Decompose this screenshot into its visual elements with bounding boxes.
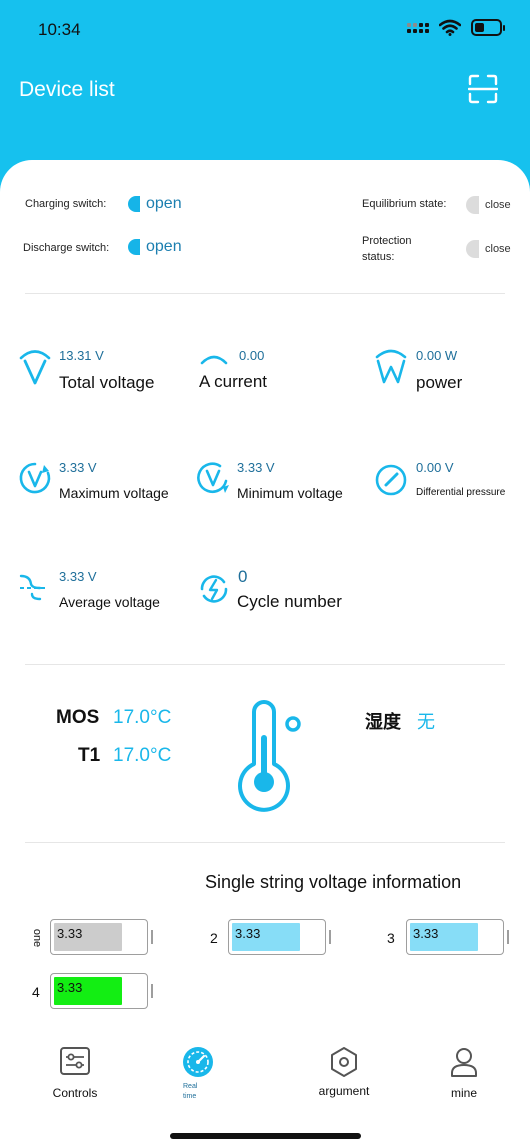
- cycle-icon: [200, 575, 228, 603]
- max-voltage-value: 3.33 V: [59, 460, 97, 475]
- avg-voltage-metric: 3.33 V Average voltage: [18, 566, 188, 612]
- tab-mine[interactable]: mine: [434, 1046, 494, 1100]
- humidity-label: 湿度: [365, 712, 401, 732]
- current-metric: 0.00 A current: [199, 345, 349, 395]
- total-voltage-value: 13.31 V: [59, 348, 104, 363]
- cycle-value: 0: [238, 567, 248, 586]
- equilibrium-value: close: [485, 199, 511, 211]
- protection-label: Protection status:: [362, 235, 412, 263]
- status-time: 10:34: [38, 20, 81, 39]
- cycle-metric: 0 Cycle number: [198, 566, 368, 616]
- power-value: 0.00 W: [416, 348, 458, 363]
- equilibrium-toggle[interactable]: close: [466, 196, 511, 214]
- t1-value: 17.0°C: [113, 745, 172, 766]
- avg-voltage-label: Average voltage: [59, 594, 160, 610]
- power-label: power: [416, 373, 463, 392]
- cell-index: 2: [210, 930, 218, 946]
- wifi-icon: [439, 19, 461, 36]
- protection-value: close: [485, 243, 511, 255]
- equilibrium-label: Equilibrium state:: [362, 198, 447, 210]
- diff-pressure-value: 0.00 V: [416, 460, 454, 475]
- current-label: A current: [199, 372, 268, 391]
- toggle-indicator: [466, 240, 479, 258]
- signal-icon: [407, 22, 429, 33]
- discharge-switch-toggle[interactable]: open: [128, 238, 182, 256]
- battery-icon: [471, 19, 505, 36]
- min-voltage-value: 3.33 V: [237, 460, 275, 475]
- mos-value: 17.0°C: [113, 707, 172, 728]
- tab-argument-label: argument: [318, 1084, 370, 1098]
- dashboard-icon: [183, 1047, 213, 1077]
- voltage-icon: [19, 350, 51, 385]
- discharge-switch-value: open: [146, 238, 182, 255]
- humidity-value: 无: [417, 712, 435, 732]
- divider: [25, 664, 505, 665]
- t1-label: T1: [78, 745, 101, 766]
- user-icon: [451, 1048, 477, 1077]
- thermometer-icon: [238, 700, 301, 812]
- tab-controls[interactable]: Controls: [40, 1046, 110, 1100]
- status-icons: [407, 19, 505, 36]
- cell-battery: 3.33: [228, 919, 331, 955]
- mos-label: MOS: [56, 707, 100, 728]
- tab-mine-label: mine: [450, 1086, 477, 1100]
- toggle-indicator: [128, 196, 140, 212]
- sliders-icon: [60, 1047, 90, 1075]
- min-voltage-label: Minimum voltage: [237, 485, 343, 501]
- charging-switch-value: open: [146, 195, 182, 212]
- max-voltage-metric: 3.33 V Maximum voltage: [18, 457, 188, 503]
- cell-index: 3: [387, 930, 395, 946]
- divider: [25, 293, 505, 294]
- cell-index: one: [31, 928, 44, 948]
- charging-switch-toggle[interactable]: open: [128, 195, 182, 213]
- diff-pressure-metric: 0.00 V Differential pressure: [374, 457, 514, 503]
- power-icon: [375, 349, 407, 384]
- max-voltage-label: Maximum voltage: [59, 485, 169, 501]
- min-voltage-icon: [197, 462, 229, 494]
- scan-icon[interactable]: [468, 74, 498, 104]
- tab-argument[interactable]: argument: [304, 1046, 384, 1098]
- min-voltage-metric: 3.33 V Minimum voltage: [196, 457, 366, 503]
- charging-switch-label: Charging switch:: [25, 198, 107, 210]
- home-indicator: [170, 1133, 361, 1139]
- diff-pressure-label: Differential pressure: [416, 487, 506, 498]
- protection-toggle[interactable]: close: [466, 240, 511, 258]
- current-value: 0.00: [239, 348, 265, 363]
- cell-battery: 3.33: [50, 973, 153, 1009]
- cell-value: 3.33: [235, 926, 261, 941]
- cell-value: 3.33: [57, 980, 83, 995]
- tab-realtime[interactable]: Real time: [170, 1046, 226, 1102]
- cells-section-title: Single string voltage information: [205, 872, 462, 892]
- cell-value: 3.33: [57, 926, 83, 941]
- discharge-switch-label: Discharge switch:: [23, 242, 110, 254]
- total-voltage-label: Total voltage: [59, 373, 155, 392]
- cell-battery: 3.33: [50, 919, 153, 955]
- toggle-indicator: [128, 239, 140, 255]
- toggle-indicator: [466, 196, 479, 214]
- cell-index: 4: [32, 984, 40, 1000]
- hexagon-icon: [331, 1047, 357, 1077]
- current-icon: [200, 355, 228, 365]
- tab-controls-label: Controls: [52, 1086, 98, 1100]
- avg-voltage-value: 3.33 V: [59, 569, 97, 584]
- total-voltage-metric: 13.31 V Total voltage: [18, 345, 188, 395]
- max-voltage-icon: [19, 462, 51, 494]
- power-metric: 0.00 W power: [374, 345, 514, 395]
- gauge-icon: [375, 464, 407, 496]
- cycle-label: Cycle number: [237, 592, 342, 611]
- divider: [25, 842, 505, 843]
- cell-value: 3.33: [413, 926, 439, 941]
- average-icon: [19, 574, 48, 601]
- tab-realtime-label: Real time: [183, 1083, 198, 1100]
- page-title: Device list: [19, 78, 115, 101]
- cell-battery: 3.33: [406, 919, 509, 955]
